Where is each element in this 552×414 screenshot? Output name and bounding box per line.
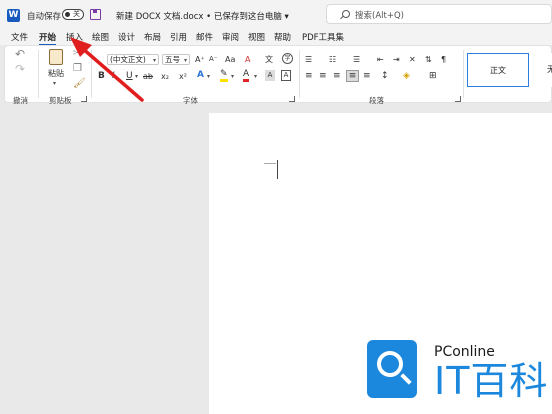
char-border-button[interactable]: A bbox=[281, 70, 291, 81]
watermark-logo-icon bbox=[367, 340, 417, 398]
font-color-button[interactable]: A bbox=[243, 70, 250, 82]
autosave-label: 自动保存 bbox=[27, 12, 62, 22]
chevron-down-icon[interactable]: ▾ bbox=[231, 71, 234, 82]
change-case-button[interactable]: Aa bbox=[225, 54, 235, 65]
format-painter-icon[interactable]: 🖌 bbox=[73, 78, 86, 89]
subscript-button[interactable]: x₂ bbox=[161, 71, 169, 82]
font-name-select[interactable]: (中文正文) ▾ bbox=[107, 54, 159, 65]
superscript-button[interactable]: x² bbox=[179, 71, 187, 82]
document-title[interactable]: 新建 DOCX 文档.docx • 已保存到这台电脑 ▾ bbox=[116, 10, 289, 22]
underline-button[interactable]: U bbox=[126, 71, 133, 82]
search-box[interactable]: 搜索(Alt+Q) bbox=[326, 4, 552, 24]
search-placeholder: 搜索(Alt+Q) bbox=[355, 11, 404, 21]
group-divider bbox=[38, 50, 39, 98]
tab-home[interactable]: 开始 bbox=[39, 31, 57, 46]
decrease-indent-button[interactable]: ⇤ bbox=[377, 54, 384, 65]
tab-references[interactable]: 引用 bbox=[170, 31, 187, 43]
text-cursor bbox=[277, 160, 278, 179]
font-size-value: 五号 bbox=[165, 55, 180, 64]
enclose-char-button[interactable]: 字 bbox=[282, 53, 293, 64]
paragraph-launcher-icon[interactable] bbox=[455, 96, 461, 102]
phonetic-guide-button[interactable]: 文 bbox=[265, 54, 273, 65]
tab-design[interactable]: 设计 bbox=[118, 31, 135, 43]
group-divider bbox=[299, 50, 300, 98]
chevron-down-icon[interactable]: ▾ bbox=[207, 71, 210, 82]
tab-home-label: 开始 bbox=[39, 33, 57, 43]
magnifier-handle bbox=[400, 373, 412, 385]
tab-review[interactable]: 审阅 bbox=[222, 31, 239, 43]
chevron-down-icon[interactable]: ▾ bbox=[254, 71, 257, 82]
tab-mailings[interactable]: 邮件 bbox=[196, 31, 213, 43]
copy-icon[interactable]: ❐ bbox=[73, 63, 82, 74]
search-icon bbox=[342, 10, 350, 18]
toggle-knob bbox=[65, 12, 70, 17]
chevron-down-icon: ▾ bbox=[183, 57, 187, 64]
page-corner-mark bbox=[264, 163, 276, 164]
char-shading-button[interactable]: A bbox=[265, 70, 275, 81]
font-group-label: 字体 bbox=[183, 96, 198, 105]
bold-button[interactable]: B bbox=[98, 71, 105, 82]
tab-pdf-tools[interactable]: PDF工具集 bbox=[302, 31, 344, 43]
paste-dropdown-icon[interactable]: ▾ bbox=[53, 78, 56, 89]
italic-button[interactable]: I bbox=[112, 71, 115, 82]
clipboard-launcher-icon[interactable] bbox=[81, 96, 87, 102]
clipboard-group-label: 剪贴板 bbox=[49, 96, 72, 105]
align-center-button[interactable]: ≡ bbox=[319, 71, 327, 82]
paste-icon[interactable] bbox=[49, 49, 63, 65]
chevron-down-icon[interactable]: ▾ bbox=[135, 71, 138, 82]
undo-icon[interactable]: ↶ bbox=[15, 48, 25, 60]
tab-draw[interactable]: 绘图 bbox=[92, 31, 109, 43]
font-size-select[interactable]: 五号 ▾ bbox=[162, 54, 190, 65]
numbering-button[interactable]: ☷ bbox=[329, 54, 336, 65]
autosave-state: 关 bbox=[73, 10, 80, 18]
watermark-bottom-text: IT百科 bbox=[434, 359, 549, 403]
cut-icon[interactable]: ✂ bbox=[73, 48, 81, 59]
style-no-spacing[interactable]: 无 bbox=[531, 53, 552, 87]
line-spacing-button[interactable]: ↕ bbox=[381, 71, 389, 82]
align-left-button[interactable]: ≡ bbox=[305, 71, 313, 82]
save-icon[interactable] bbox=[90, 9, 101, 20]
borders-button[interactable]: ⊞ bbox=[429, 71, 437, 82]
font-name-value: (中文正文) bbox=[110, 55, 146, 64]
clear-format-button[interactable]: A bbox=[245, 54, 250, 65]
align-right-button[interactable]: ≡ bbox=[333, 71, 341, 82]
undo-group-label: 撤消 bbox=[13, 96, 28, 105]
autosave-toggle[interactable]: 关 bbox=[62, 9, 84, 20]
style-normal[interactable]: 正文 bbox=[467, 53, 529, 87]
tab-insert[interactable]: 插入 bbox=[66, 31, 83, 43]
chevron-down-icon: ▾ bbox=[152, 57, 156, 64]
shrink-font-button[interactable]: A⁻ bbox=[209, 54, 217, 65]
chinese-layout-button[interactable]: ✕ bbox=[409, 54, 416, 65]
tab-layout[interactable]: 布局 bbox=[144, 31, 161, 43]
style-normal-label: 正文 bbox=[490, 66, 506, 75]
ribbon-tabs: 文件 开始 插入 绘图 设计 布局 引用 邮件 审阅 视图 帮助 PDF工具集 bbox=[0, 30, 552, 46]
watermark-top-text: PConline bbox=[434, 344, 495, 360]
strikethrough-button[interactable]: ab bbox=[143, 71, 153, 82]
font-launcher-icon[interactable] bbox=[289, 96, 295, 102]
tab-file[interactable]: 文件 bbox=[11, 31, 28, 43]
title-bar: W 自动保存 关 新建 DOCX 文档.docx • 已保存到这台电脑 ▾ 搜索… bbox=[0, 0, 552, 30]
sort-button[interactable]: ⇅ bbox=[425, 54, 432, 65]
distributed-button[interactable]: ≡ bbox=[363, 71, 371, 82]
group-divider bbox=[91, 50, 92, 98]
magnifier-icon bbox=[377, 351, 403, 377]
justify-button[interactable]: ≡ bbox=[346, 70, 359, 82]
increase-indent-button[interactable]: ⇥ bbox=[393, 54, 400, 65]
word-app-icon: W bbox=[7, 9, 20, 22]
paragraph-group-label: 段落 bbox=[369, 96, 384, 105]
highlight-button[interactable]: ✎ bbox=[220, 70, 228, 82]
shading-button[interactable]: ◈ bbox=[403, 71, 410, 82]
group-divider bbox=[463, 50, 464, 98]
grow-font-button[interactable]: A⁺ bbox=[195, 54, 205, 65]
show-marks-button[interactable]: ¶ bbox=[441, 54, 446, 65]
tab-help[interactable]: 帮助 bbox=[274, 31, 291, 43]
tab-view[interactable]: 视图 bbox=[248, 31, 265, 43]
redo-icon[interactable]: ↷ bbox=[15, 63, 25, 75]
ribbon: ↶ ↷ 撤消 粘贴 ▾ ✂ ❐ 🖌 剪贴板 (中文正文) ▾ 五号 ▾ A⁺ A⁻ … bbox=[4, 45, 552, 105]
bullets-button[interactable]: ☰ bbox=[305, 54, 312, 65]
text-effects-button[interactable]: A bbox=[197, 70, 204, 81]
style-no-spacing-label: 无 bbox=[547, 65, 552, 74]
multilevel-list-button[interactable]: ☰ bbox=[353, 54, 360, 65]
